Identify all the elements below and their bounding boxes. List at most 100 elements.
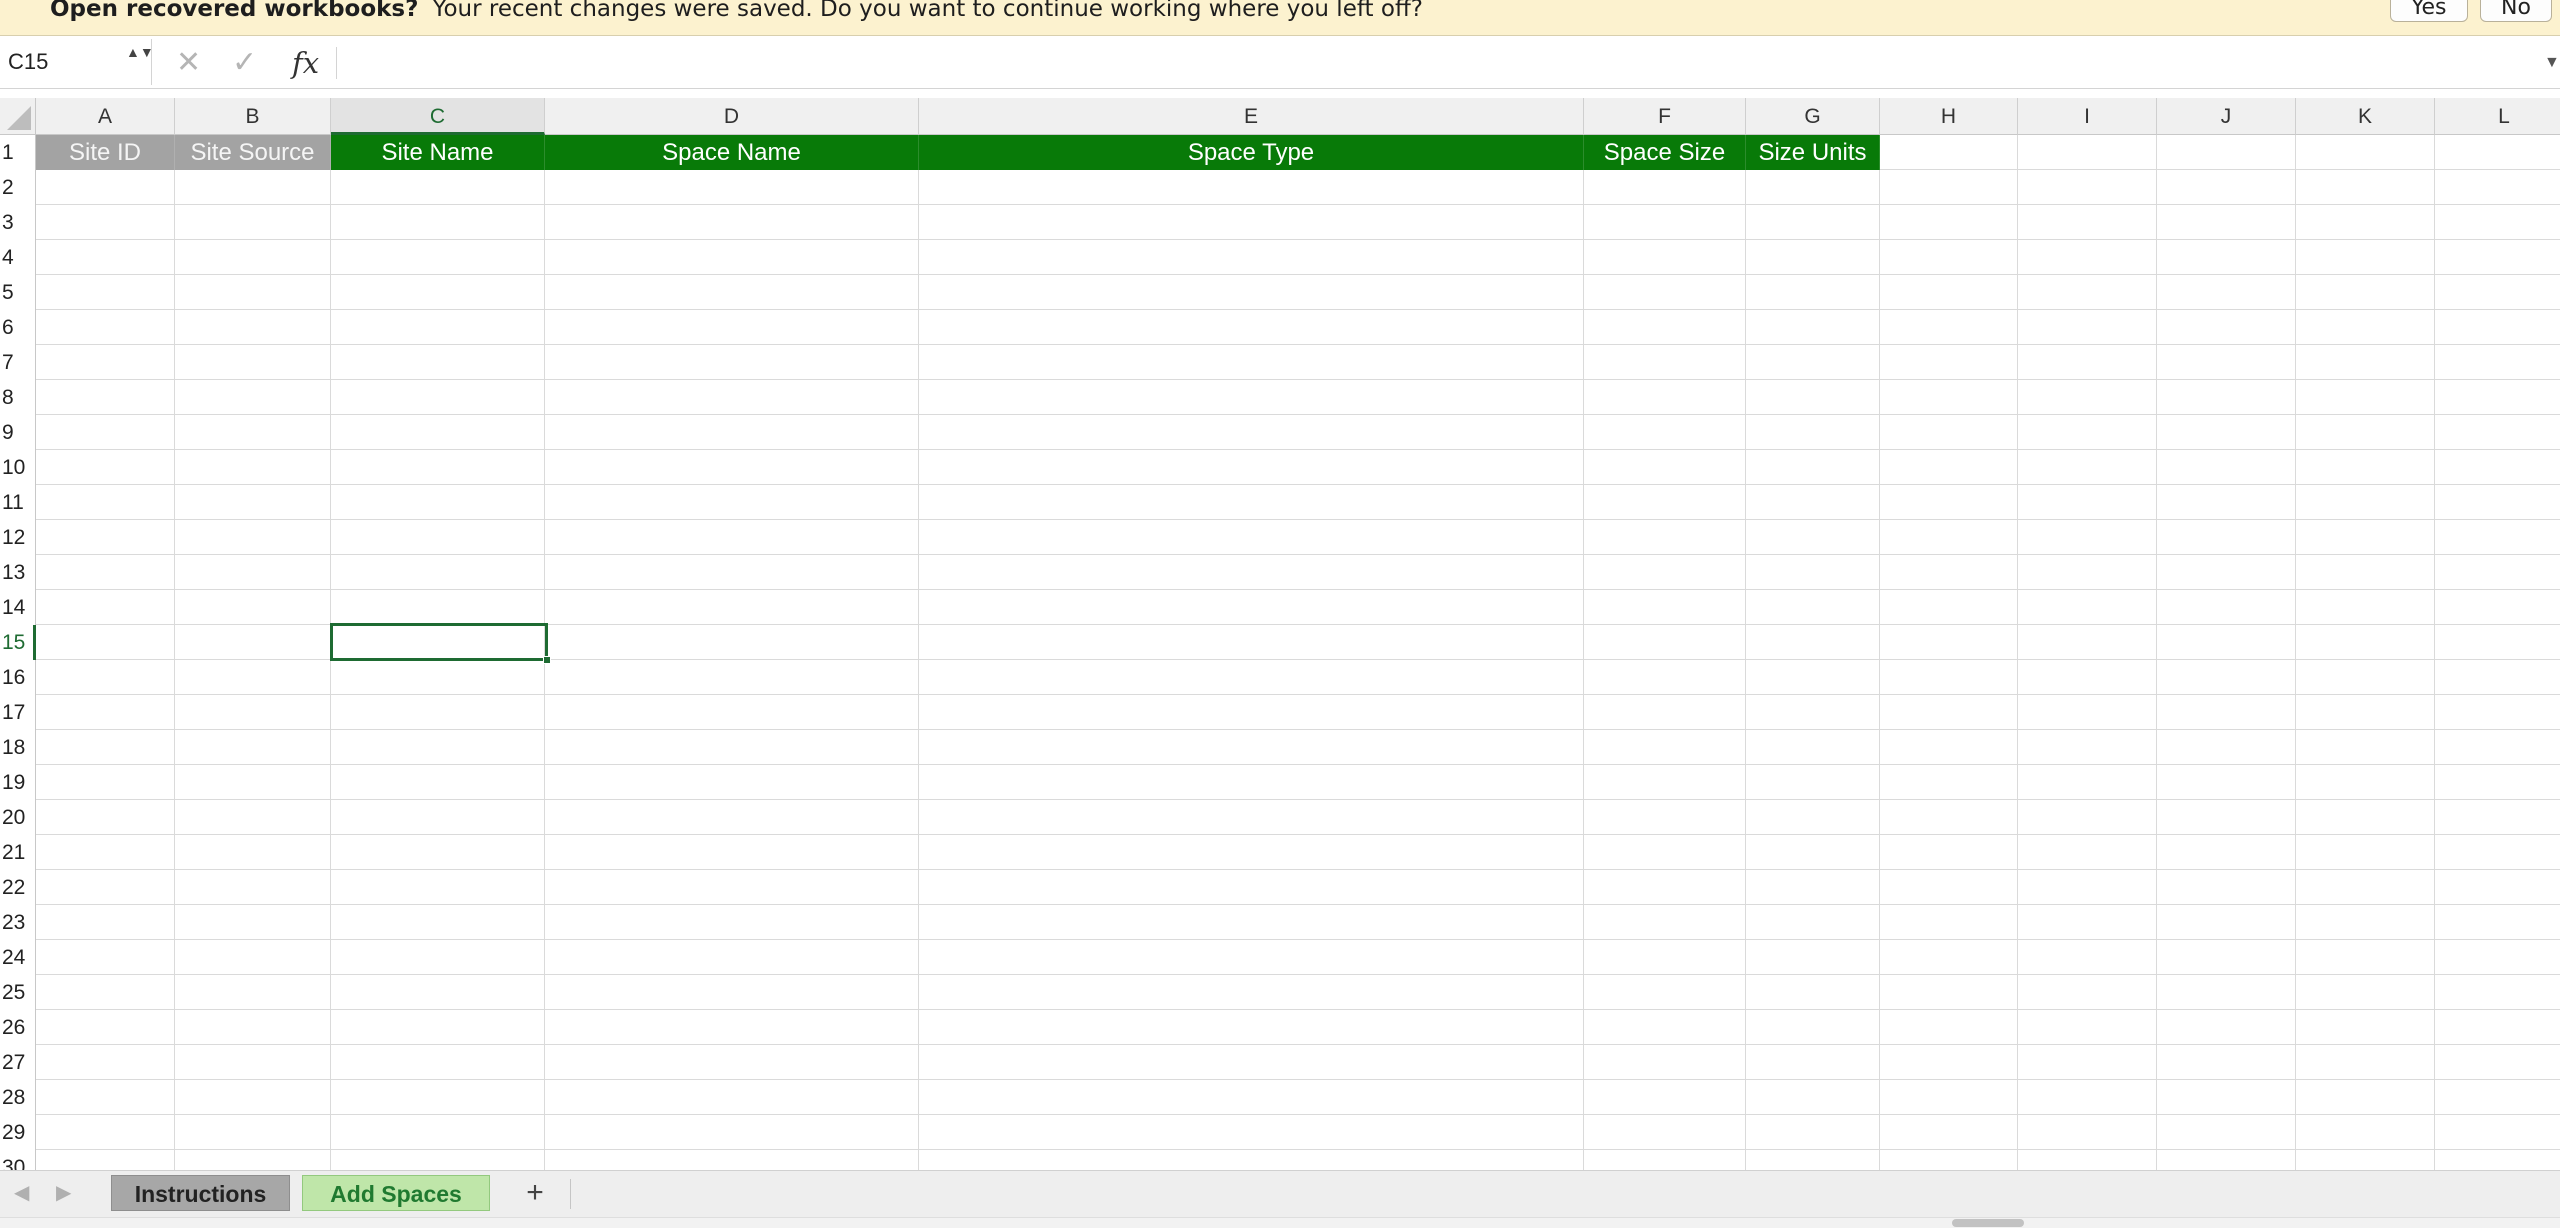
row-header-15[interactable]: 15 <box>0 625 36 660</box>
notification-title: Open recovered workbooks? <box>50 0 419 22</box>
row-header-23[interactable]: 23 <box>0 905 36 940</box>
row-header-14[interactable]: 14 <box>0 590 36 625</box>
column-header-k[interactable]: K <box>2296 98 2435 135</box>
row-header-22[interactable]: 22 <box>0 870 36 905</box>
header-cell-a1[interactable]: Site ID <box>36 135 175 170</box>
row-gridline <box>36 239 2560 240</box>
column-header-l[interactable]: L <box>2435 98 2560 135</box>
chevron-down-icon[interactable]: ▼ <box>2544 54 2560 72</box>
column-gridline <box>2017 135 2018 1170</box>
previous-sheet-icon[interactable]: ◀ <box>14 1180 29 1205</box>
horizontal-scrollbar[interactable] <box>0 1217 2560 1228</box>
row-header-13[interactable]: 13 <box>0 555 36 590</box>
add-sheet-icon[interactable]: + <box>516 1171 554 1215</box>
column-header-b[interactable]: B <box>175 98 331 135</box>
row-header-2[interactable]: 2 <box>0 170 36 205</box>
row-header-1[interactable]: 1 <box>0 135 36 170</box>
header-cell-b1[interactable]: Site Source <box>175 135 331 170</box>
row-header-26[interactable]: 26 <box>0 1010 36 1045</box>
row-header-4[interactable]: 4 <box>0 240 36 275</box>
recovery-notification-bar: Open recovered workbooks? Your recent cha… <box>0 0 2560 36</box>
row-gridline <box>36 834 2560 835</box>
row-gridline <box>36 589 2560 590</box>
row-gridline <box>36 554 2560 555</box>
column-gridline <box>2434 135 2435 1170</box>
row-header-11[interactable]: 11 <box>0 485 36 520</box>
tab-add-spaces[interactable]: Add Spaces <box>302 1175 490 1211</box>
row-header-30[interactable]: 30 <box>0 1150 36 1170</box>
formula-input[interactable] <box>344 41 2534 85</box>
column-header-j[interactable]: J <box>2157 98 2296 135</box>
column-gridline <box>2295 135 2296 1170</box>
row-header-7[interactable]: 7 <box>0 345 36 380</box>
row-header-16[interactable]: 16 <box>0 660 36 695</box>
row-header-8[interactable]: 8 <box>0 380 36 415</box>
column-gridline <box>1745 135 1746 1170</box>
row-header-25[interactable]: 25 <box>0 975 36 1010</box>
row-header-28[interactable]: 28 <box>0 1080 36 1115</box>
spreadsheet-grid[interactable]: A B C D E F G H I J K L 1 2 3 4 5 6 7 8 9 10 11 12 13 14 15 16 17 18 1… <box>0 98 2560 1170</box>
row-gridline <box>36 379 2560 380</box>
row-header-24[interactable]: 24 <box>0 940 36 975</box>
yes-button[interactable]: Yes <box>2390 0 2468 22</box>
row-header-19[interactable]: 19 <box>0 765 36 800</box>
row-gridline <box>36 274 2560 275</box>
row-gridline <box>36 204 2560 205</box>
row-header-5[interactable]: 5 <box>0 275 36 310</box>
name-box-spinner-icon[interactable]: ▲▼ <box>126 44 154 61</box>
row-header-27[interactable]: 27 <box>0 1045 36 1080</box>
row-header-12[interactable]: 12 <box>0 520 36 555</box>
row-header-9[interactable]: 9 <box>0 415 36 450</box>
column-gridline <box>174 135 175 1170</box>
row-header-10[interactable]: 10 <box>0 450 36 485</box>
selected-cell-outline[interactable] <box>330 623 551 664</box>
cancel-icon[interactable]: ✕ <box>176 46 201 80</box>
column-header-e[interactable]: E <box>919 98 1584 135</box>
column-header-g[interactable]: G <box>1746 98 1880 135</box>
checkmark-icon[interactable]: ✓ <box>232 46 257 80</box>
no-button[interactable]: No <box>2480 0 2552 22</box>
row-header-17[interactable]: 17 <box>0 695 36 730</box>
formula-separator <box>336 47 337 79</box>
column-header-i[interactable]: I <box>2018 98 2157 135</box>
column-header-d[interactable]: D <box>545 98 919 135</box>
header-cell-d1[interactable]: Space Name <box>545 135 919 170</box>
row-gridline <box>36 484 2560 485</box>
fill-handle[interactable] <box>543 656 551 664</box>
function-icon[interactable]: fx <box>292 46 319 80</box>
sheet-tab-bar: ◀ ▶ Instructions Add Spaces + <box>0 1170 2560 1217</box>
name-box[interactable]: C15 ▲▼ <box>0 39 154 85</box>
row-header-3[interactable]: 3 <box>0 205 36 240</box>
column-header-h[interactable]: H <box>1880 98 2018 135</box>
row-header-29[interactable]: 29 <box>0 1115 36 1150</box>
header-cell-g1[interactable]: Size Units <box>1746 135 1880 170</box>
scrollbar-thumb[interactable] <box>1952 1219 2024 1227</box>
header-cell-f1[interactable]: Space Size <box>1584 135 1746 170</box>
name-box-value: C15 <box>8 49 49 74</box>
row-gridline <box>36 344 2560 345</box>
column-gridline <box>918 135 919 1170</box>
row-gridline <box>36 414 2560 415</box>
row-header-20[interactable]: 20 <box>0 800 36 835</box>
row-header-18[interactable]: 18 <box>0 730 36 765</box>
column-gridline <box>1879 135 1880 1170</box>
header-cell-c1[interactable]: Site Name <box>331 135 545 170</box>
row-gridline <box>36 309 2560 310</box>
row-gridline <box>36 1079 2560 1080</box>
column-header-a[interactable]: A <box>36 98 175 135</box>
row-gridline <box>36 939 2560 940</box>
row-gridline <box>36 729 2560 730</box>
row-gridline <box>36 1044 2560 1045</box>
header-cell-e1[interactable]: Space Type <box>919 135 1584 170</box>
next-sheet-icon[interactable]: ▶ <box>56 1180 71 1205</box>
notification-message: Your recent changes were saved. Do you w… <box>432 0 1423 22</box>
row-gridline <box>36 764 2560 765</box>
select-all-corner[interactable] <box>0 98 36 135</box>
row-header-6[interactable]: 6 <box>0 310 36 345</box>
row-header-21[interactable]: 21 <box>0 835 36 870</box>
tab-instructions[interactable]: Instructions <box>111 1175 290 1211</box>
row-gridline <box>36 449 2560 450</box>
column-gridline <box>1583 135 1584 1170</box>
column-header-f[interactable]: F <box>1584 98 1746 135</box>
column-header-c[interactable]: C <box>331 98 545 135</box>
